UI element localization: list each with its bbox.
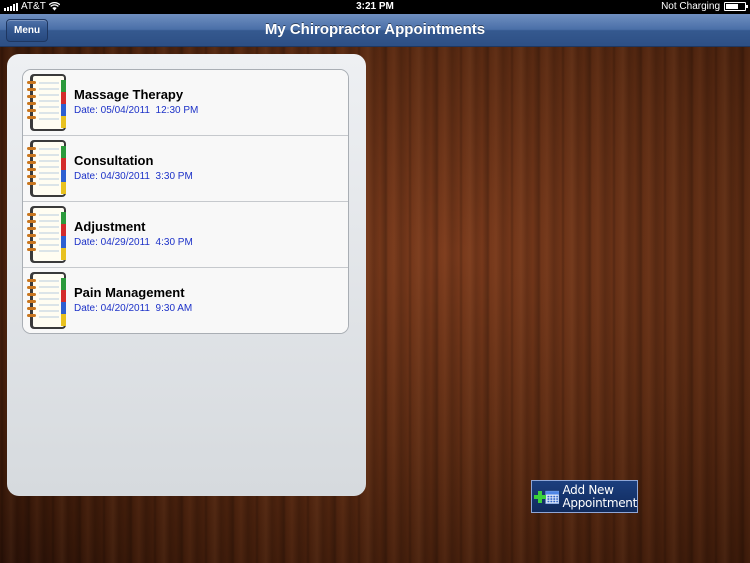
notebook-icon — [27, 74, 66, 131]
add-label-line2: Appointment — [562, 495, 637, 510]
battery-icon — [724, 2, 748, 11]
appointment-list: Massage Therapy Date: 05/04/2011 12:30 P… — [22, 69, 349, 334]
appointment-title: Consultation — [74, 153, 154, 168]
appointment-row[interactable]: Pain Management Date: 04/20/2011 9:30 AM — [23, 268, 348, 333]
add-appointment-label: Add New Appointment — [562, 482, 637, 510]
page-title: My Chiropractor Appointments — [264, 21, 486, 38]
status-time: 3:21 PM — [356, 1, 394, 12]
appointment-date: Date: 05/04/2011 12:30 PM — [74, 105, 199, 116]
add-label-line1: Add New — [562, 482, 614, 497]
status-right: Not Charging — [661, 1, 748, 12]
appointment-title: Pain Management — [74, 285, 185, 300]
plus-icon — [534, 490, 546, 503]
appointment-row[interactable]: Adjustment Date: 04/29/2011 4:30 PM — [23, 202, 348, 268]
notebook-icon — [27, 140, 66, 197]
charging-status: Not Charging — [661, 1, 720, 12]
appointment-title: Adjustment — [74, 219, 146, 234]
appointment-title: Massage Therapy — [74, 87, 184, 102]
menu-button[interactable]: Menu — [6, 19, 49, 42]
status-bar: AT&T 3:21 PM Not Charging — [0, 0, 750, 14]
add-appointment-button[interactable]: Add New Appointment — [531, 480, 638, 513]
appointment-row[interactable]: Massage Therapy Date: 05/04/2011 12:30 P… — [23, 70, 348, 136]
appointments-panel: Massage Therapy Date: 05/04/2011 12:30 P… — [7, 54, 366, 496]
appointment-date: Date: 04/30/2011 3:30 PM — [74, 171, 193, 182]
calendar-icon — [545, 490, 560, 504]
notebook-icon — [27, 272, 66, 329]
notebook-icon — [27, 206, 66, 263]
appointment-row[interactable]: Consultation Date: 04/30/2011 3:30 PM — [23, 136, 348, 202]
appointment-date: Date: 04/29/2011 4:30 PM — [74, 237, 193, 248]
appointment-date: Date: 04/20/2011 9:30 AM — [74, 303, 193, 314]
navigation-bar: My Chiropractor Appointments Menu — [0, 14, 750, 47]
